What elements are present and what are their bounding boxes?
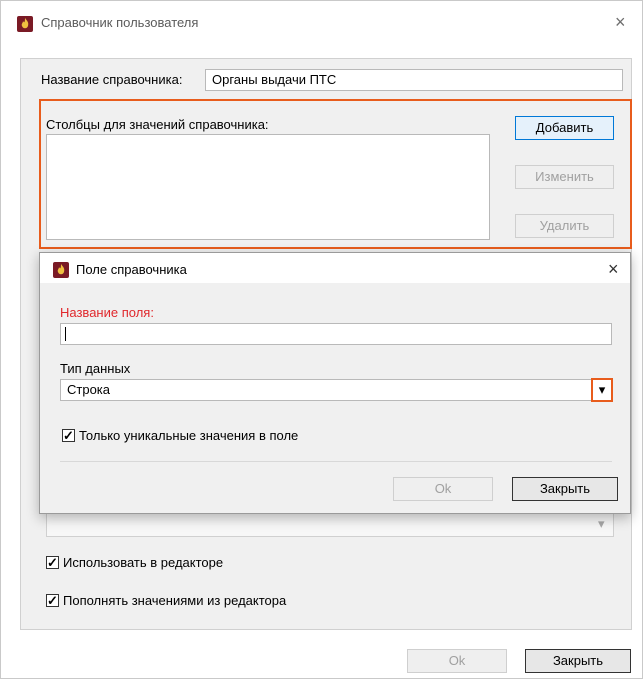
text-cursor [65,327,66,341]
field-name-label: Название поля: [60,305,154,320]
dialog-divider [60,461,612,462]
columns-list[interactable] [46,134,490,240]
dialog-title: Поле справочника [76,262,187,277]
use-in-editor-label: Использовать в редакторе [63,555,224,570]
data-type-label: Тип данных [60,361,131,376]
use-in-editor-checkbox[interactable]: ✓ [46,556,59,569]
field-dialog: Поле справочника × Название поля: Тип да… [39,252,631,514]
fill-from-editor-label: Пополнять значениями из редактора [63,593,287,608]
window-title: Справочник пользователя [41,15,199,30]
unique-values-checkbox[interactable]: ✓ [62,429,75,442]
unique-values-label: Только уникальные значения в поле [79,428,299,443]
dialog-close-icon[interactable]: × [608,260,619,278]
hidden-combo-arrow-icon: ▾ [598,516,605,531]
main-ok-button[interactable]: Ok [407,649,507,673]
dialog-flame-icon [53,262,69,278]
name-input[interactable]: Органы выдачи ПТС [205,69,623,91]
main-close-button[interactable]: Закрыть [525,649,631,673]
hidden-combo[interactable] [46,511,614,537]
dropdown-arrow-icon[interactable]: ▾ [591,378,613,402]
delete-button[interactable]: Удалить [515,214,614,238]
field-name-input[interactable] [60,323,612,345]
add-button[interactable]: Добавить [515,116,614,140]
dropdown-arrow-glyph: ▾ [598,382,606,397]
window-close-icon[interactable]: × [615,13,626,31]
app-flame-icon [17,16,33,32]
dialog-body: Название поля: Тип данных Строка ▾ ✓ Тол… [40,283,630,513]
dialog-close-button[interactable]: Закрыть [512,477,618,501]
columns-label: Столбцы для значений справочника: [46,117,269,132]
edit-button[interactable]: Изменить [515,165,614,189]
data-type-value: Строка [67,382,111,397]
data-type-select[interactable]: Строка [60,379,612,401]
fill-from-editor-checkbox[interactable]: ✓ [46,594,59,607]
dialog-ok-button[interactable]: Ok [393,477,493,501]
name-label: Название справочника: [41,72,183,87]
